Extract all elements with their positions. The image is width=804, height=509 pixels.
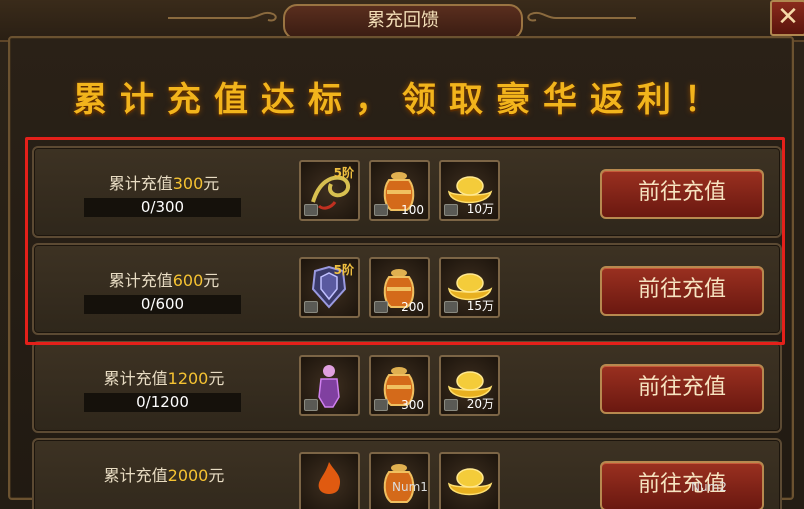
label-prefix: 累计充值 [103,369,168,388]
gold-ingot-icon [448,468,493,496]
row-label: 累计充值2000元 [34,462,294,486]
label-unit: 元 [208,369,225,388]
slogan-text: 累计充值达标，领取豪华返利！ [73,80,731,120]
reward-item-2[interactable]: 300 [369,355,430,416]
fire-icon [318,462,341,494]
num1-label: Num1 [392,480,428,494]
reward-item-3[interactable] [439,452,500,509]
reward-row-2000: 累计充值2000元 前往充值 [32,438,782,509]
go-recharge-button[interactable]: 前往充值 [600,461,764,509]
right-ornament-icon [527,11,636,22]
reward-item-3[interactable]: 20万 [439,355,500,416]
recharge-reward-panel: 累充回馈 ✕ 累计充值达标，领取豪华返利！ 累计充值300元 0/300 5阶 [0,0,804,509]
item-count: 20万 [466,397,494,411]
label-amount: 2000 [167,466,209,485]
lock-icon [374,399,388,411]
label-amount: 1200 [167,369,209,388]
lock-icon [444,399,458,411]
reward-item-1[interactable] [299,452,360,509]
label-unit: 元 [208,466,225,485]
left-ornament-icon [168,11,277,22]
label-prefix: 累计充值 [103,466,168,485]
reward-item-1[interactable] [299,355,360,416]
progress-text: 0/1200 [84,393,241,412]
window-title: 累充回馈 [283,4,523,40]
highlight-box [25,137,785,345]
num2-label: Num2 [691,480,727,494]
close-button[interactable]: ✕ [770,0,804,36]
go-recharge-button[interactable]: 前往充值 [600,364,764,414]
item-count: 300 [401,398,424,412]
reward-row-1200: 累计充值1200元 0/1200 300 20万 前往充值 [32,341,782,433]
lock-icon [304,399,318,411]
row-label: 累计充值1200元 [34,365,294,389]
